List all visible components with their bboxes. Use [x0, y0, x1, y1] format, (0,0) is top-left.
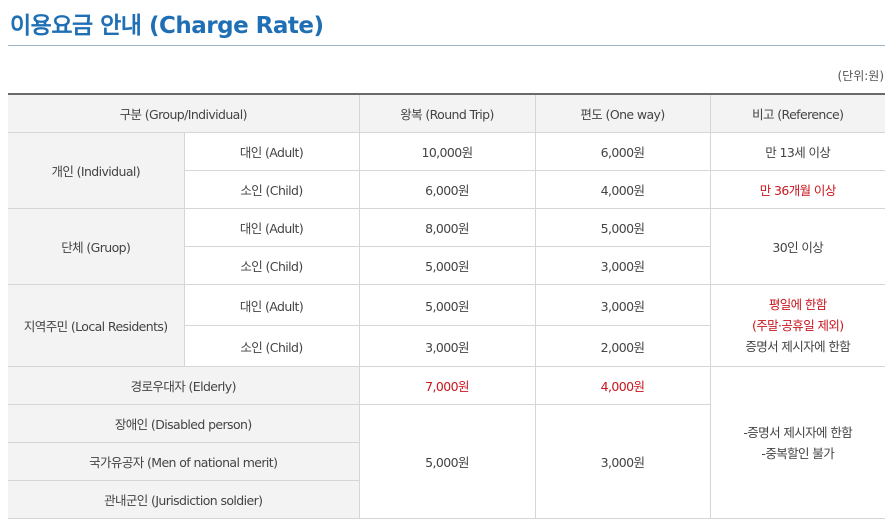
reference-note-special: -증명서 제시자에 한함 -중복할인 불가 [709, 366, 885, 519]
round-trip-price: 5,000원 [358, 246, 536, 285]
reference-note: 30인 이상 [709, 208, 885, 285]
round-trip-price: 8,000원 [358, 208, 536, 247]
reference-note-highlight: 만 36개월 이상 [709, 170, 885, 209]
table-row: 단체 (Gruop) 대인 (Adult) 8,000원 5,000원 30인 … [8, 208, 885, 285]
table-header-row: 구분 (Group/Individual) 왕복 (Round Trip) 편도… [8, 93, 885, 133]
round-trip-price-highlight: 7,000원 [358, 366, 536, 405]
group-label-residents: 지역주민 (Local Residents) [8, 284, 185, 367]
unit-label: (단위:원) [837, 69, 884, 83]
header-one-way: 편도 (One way) [534, 93, 711, 133]
round-trip-price: 3,000원 [358, 325, 536, 367]
reference-note-residents: 평일에 한함 (주말·공휴일 제외) 증명서 제시자에 한함 [709, 284, 885, 367]
subgroup-label: 대인 (Adult) [183, 284, 360, 326]
table-row: 경로우대자 (Elderly) 7,000원 4,000원 -증명서 제시자에 … [8, 366, 885, 519]
note-line: -증명서 제시자에 한함 [743, 424, 853, 440]
table-row: 개인 (Individual) 대인 (Adult) 10,000원 6,000… [8, 132, 885, 209]
note-line: 평일에 한함 [768, 297, 827, 312]
one-way-price: 4,000원 [534, 170, 711, 209]
page-title: 이용요금 안내 (Charge Rate) [10, 13, 324, 39]
one-way-price: 2,000원 [534, 325, 711, 367]
note-line: (주말·공휴일 제외) [751, 318, 844, 333]
reference-note: 만 13세 이상 [709, 132, 885, 171]
group-label-soldier: 관내군인 (Jurisdiction soldier) [8, 480, 360, 519]
table-row: 지역주민 (Local Residents) 대인 (Adult) 5,000원… [8, 284, 885, 367]
title-divider [8, 45, 885, 46]
note-line: 증명서 제시자에 한함 [745, 339, 851, 354]
subgroup-label: 대인 (Adult) [183, 132, 360, 171]
group-label-elderly: 경로우대자 (Elderly) [8, 366, 360, 405]
one-way-price-highlight: 4,000원 [534, 366, 711, 405]
subgroup-label: 소인 (Child) [183, 170, 360, 209]
header-category: 구분 (Group/Individual) [8, 93, 360, 133]
subgroup-label: 소인 (Child) [183, 325, 360, 367]
header-round-trip: 왕복 (Round Trip) [358, 93, 536, 133]
round-trip-price: 10,000원 [358, 132, 536, 171]
one-way-price: 3,000원 [534, 404, 711, 519]
subgroup-label: 대인 (Adult) [183, 208, 360, 247]
group-label-merit: 국가유공자 (Men of national merit) [8, 442, 360, 481]
one-way-price: 3,000원 [534, 284, 711, 326]
group-label-disabled: 장애인 (Disabled person) [8, 404, 360, 443]
group-label-individual: 개인 (Individual) [8, 132, 185, 209]
one-way-price: 6,000원 [534, 132, 711, 171]
charge-rate-table: 구분 (Group/Individual) 왕복 (Round Trip) 편도… [8, 93, 885, 519]
one-way-price: 5,000원 [534, 208, 711, 247]
note-line: -중복할인 불가 [761, 445, 835, 461]
header-reference: 비고 (Reference) [709, 93, 885, 133]
round-trip-price: 5,000원 [358, 284, 536, 326]
round-trip-price: 6,000원 [358, 170, 536, 209]
one-way-price: 3,000원 [534, 246, 711, 285]
subgroup-label: 소인 (Child) [183, 246, 360, 285]
group-label-group: 단체 (Gruop) [8, 208, 185, 285]
round-trip-price: 5,000원 [358, 404, 536, 519]
